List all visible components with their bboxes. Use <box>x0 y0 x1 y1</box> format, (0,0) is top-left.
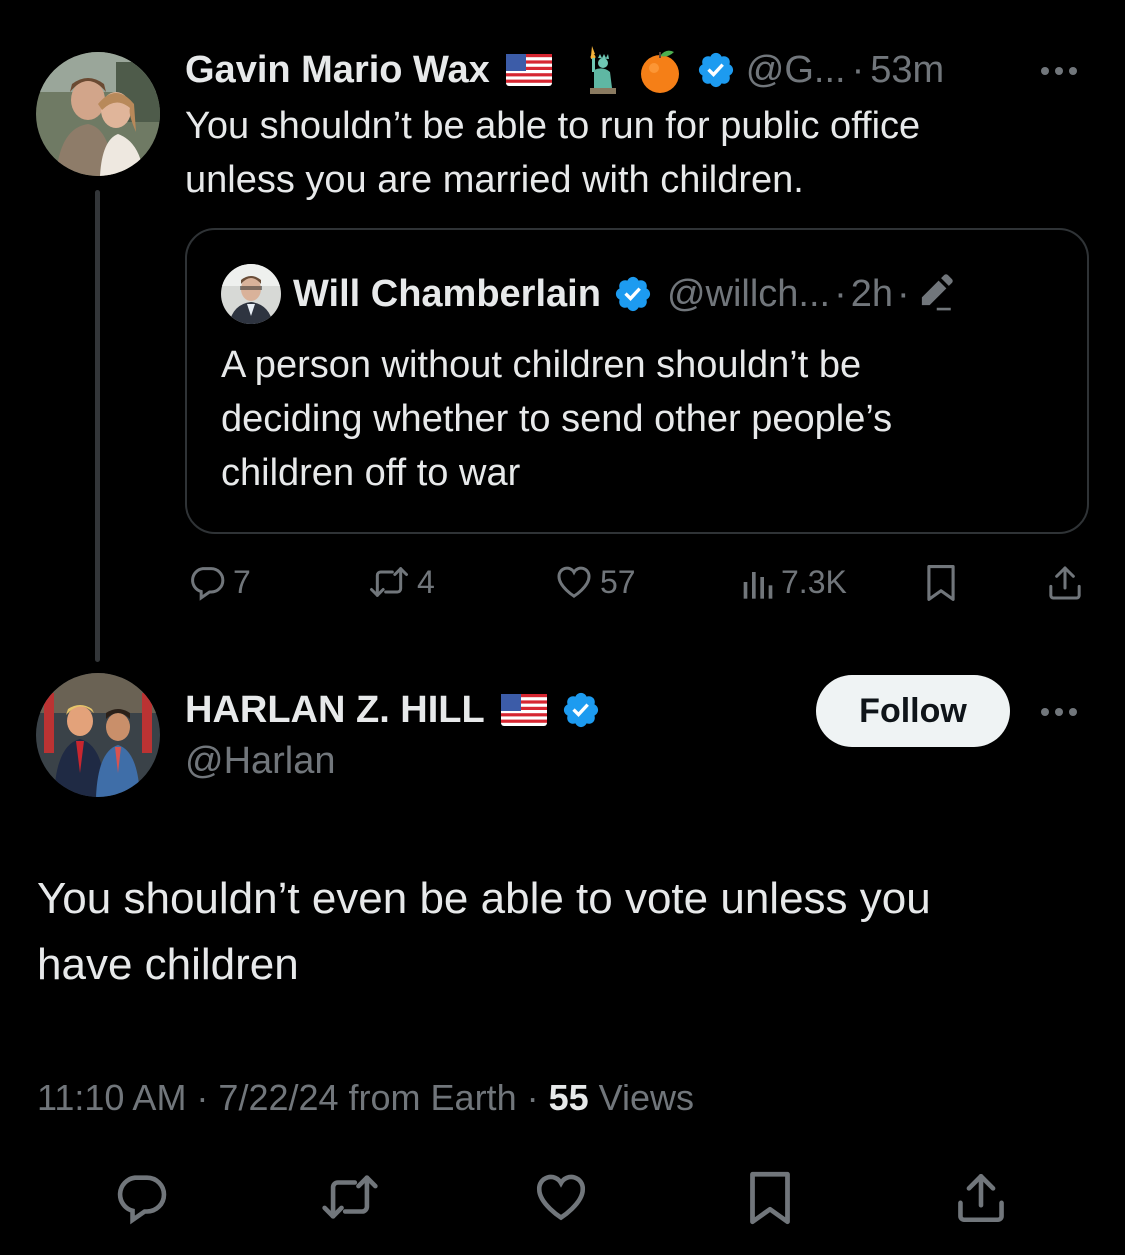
main-tweet-text-line: You shouldn’t even be able to vote unles… <box>37 874 931 923</box>
bookmark-button[interactable] <box>922 562 960 604</box>
bookmark-icon <box>922 562 960 604</box>
parent-tweet-text-line: You shouldn’t be able to run for public … <box>185 105 921 147</box>
verified-badge-icon[interactable] <box>561 690 601 730</box>
separator: · <box>851 48 865 91</box>
views-count: 55 <box>548 1077 589 1118</box>
share-icon <box>952 1168 1010 1228</box>
repost-count: 4 <box>417 563 435 600</box>
quoted-tweet-text-line: children off to war <box>221 452 521 494</box>
reply-button[interactable] <box>112 1168 170 1226</box>
quoted-tweet-text-line: deciding whether to send other people’s <box>221 398 893 440</box>
main-author-handle[interactable]: @Harlan <box>185 738 336 784</box>
verified-badge-icon[interactable] <box>696 50 736 90</box>
reply-count: 7 <box>233 563 251 600</box>
main-tweet-text-line: have children <box>37 940 299 989</box>
author-name[interactable]: Gavin Mario Wax <box>185 49 490 92</box>
repost-icon <box>318 1168 382 1226</box>
views-count: 7.3K <box>781 563 847 600</box>
heart-icon <box>554 562 594 602</box>
repost-button[interactable] <box>318 1168 382 1226</box>
views-chart-icon <box>739 562 775 602</box>
more-options-icon[interactable] <box>1041 67 1077 75</box>
parent-tweet-text: You shouldn’t be able to run for public … <box>185 99 920 207</box>
tweet-time[interactable]: 53m <box>870 49 944 92</box>
tweet-meta: 11:10 AM · 7/22/24 from Earth · 55 Views <box>37 1076 694 1120</box>
like-count: 57 <box>600 563 636 600</box>
views-label: Views <box>588 1077 695 1118</box>
avatar-gavin[interactable] <box>36 52 160 176</box>
parent-tweet-text-line: unless you are married with children. <box>185 159 804 201</box>
reply-icon <box>112 1168 170 1226</box>
quoted-author-name[interactable]: Will Chamberlain <box>293 273 601 316</box>
us-flag-icon <box>500 694 547 726</box>
share-button[interactable] <box>1045 562 1085 604</box>
reply-button[interactable]: 7 <box>187 562 251 602</box>
timestamp[interactable]: 11:10 AM · 7/22/24 from Earth · <box>37 1077 549 1118</box>
avatar-will[interactable] <box>221 264 281 324</box>
heart-icon <box>532 1168 590 1226</box>
views-button[interactable]: 7.3K <box>739 562 847 602</box>
repost-button[interactable]: 4 <box>367 562 435 602</box>
main-tweet-header: HARLAN Z. HILL <box>185 684 601 736</box>
repost-icon <box>367 562 411 602</box>
verified-badge-icon[interactable] <box>613 274 653 314</box>
orange-icon <box>638 44 682 96</box>
quoted-tweet-text-line: A person without children shouldn’t be <box>221 344 862 386</box>
main-author-name[interactable]: HARLAN Z. HILL <box>185 689 485 732</box>
avatar-harlan[interactable] <box>36 673 160 797</box>
quoted-tweet-text: A person without children shouldn’t be d… <box>221 338 892 500</box>
quoted-tweet-time[interactable]: 2h <box>851 273 893 316</box>
separator: · <box>834 272 847 315</box>
author-handle[interactable]: @G... <box>746 49 846 92</box>
like-button[interactable]: 57 <box>554 562 636 602</box>
bookmark-button[interactable] <box>742 1168 798 1228</box>
reply-icon <box>187 562 227 602</box>
thread-line <box>95 190 100 662</box>
like-button[interactable] <box>532 1168 590 1226</box>
parent-tweet-header: Gavin Mario Wax @G... · 53m <box>185 44 944 96</box>
share-icon <box>1045 562 1085 604</box>
follow-button[interactable]: Follow <box>816 675 1010 747</box>
main-tweet-text: You shouldn’t even be able to vote unles… <box>37 866 931 998</box>
more-options-icon[interactable] <box>1041 708 1077 716</box>
edit-pencil-icon <box>914 271 956 318</box>
quoted-tweet-header: Will Chamberlain @willch... · 2h · <box>293 268 956 320</box>
share-button[interactable] <box>952 1168 1010 1228</box>
quoted-author-handle[interactable]: @willch... <box>667 273 830 316</box>
statue-of-liberty-icon <box>578 44 622 96</box>
bookmark-icon <box>742 1168 798 1228</box>
us-flag-icon <box>505 54 552 86</box>
separator: · <box>897 272 910 315</box>
